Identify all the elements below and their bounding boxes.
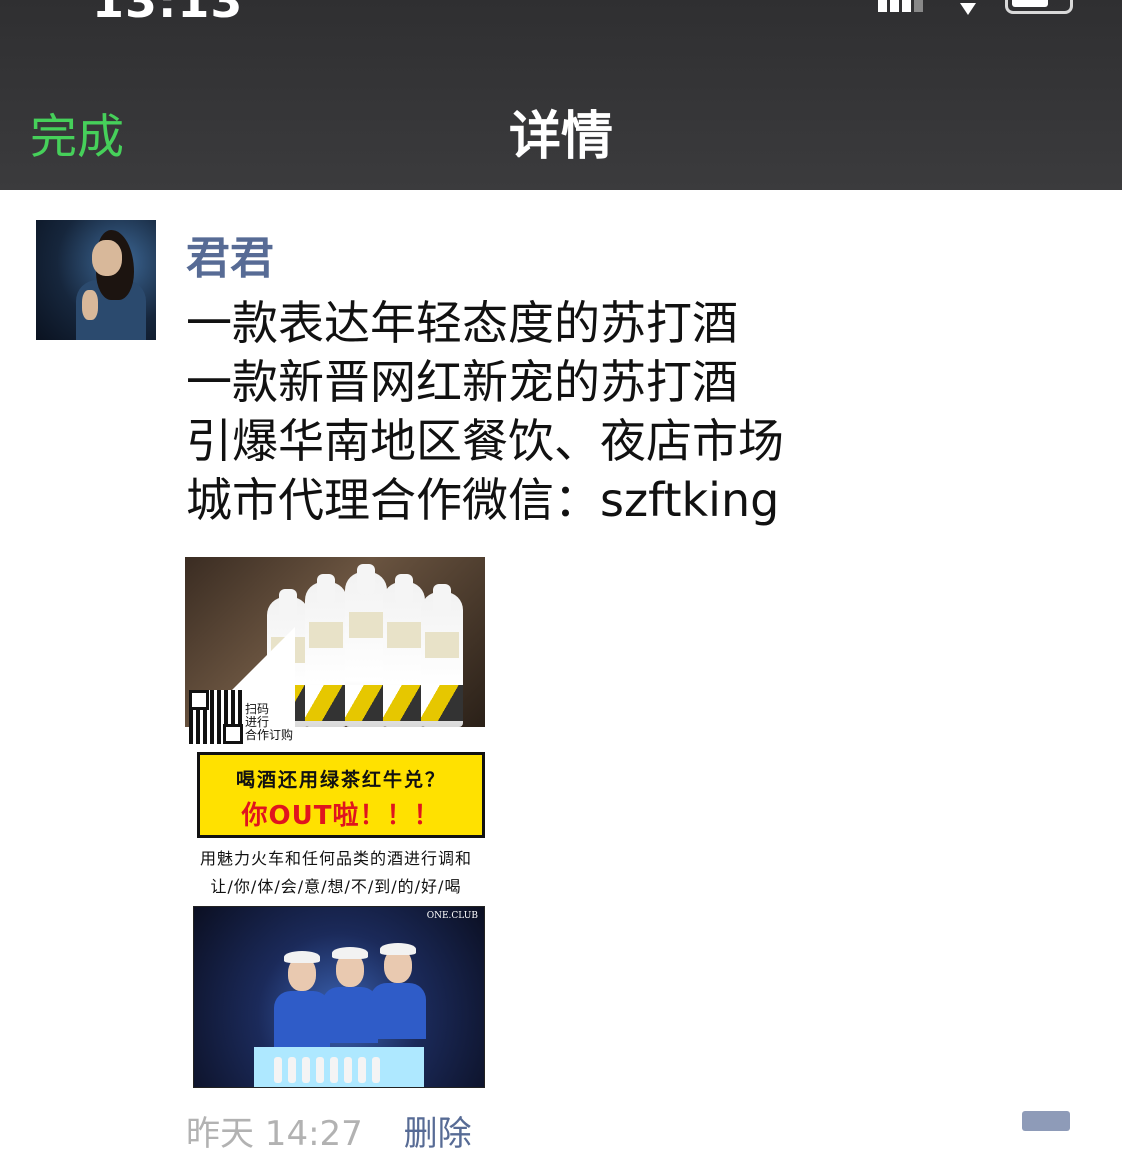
club-photo: ONE.CLUB [193,906,485,1088]
club-logo: ONE.CLUB [426,911,478,921]
post-text: 一款表达年轻态度的苏打酒 一款新晋网红新宠的苏打酒 引爆华南地区餐饮、夜店市场 … [186,294,1086,530]
post-author-name[interactable]: 君君 [186,222,274,286]
delete-button[interactable]: 删除 [404,1114,472,1154]
image-caption-1: 用魅力火车和任何品类的酒进行调和 [199,849,472,868]
navigation-bar: 13:13 完成 详情 [0,0,1122,190]
image-caption-2: 让/你/体/会/意/想/不/到/的/好/喝 [210,877,462,896]
post-timestamp: 昨天 14:27 [186,1114,363,1154]
wifi-icon [958,0,978,15]
post-text-line: 一款新晋网红新宠的苏打酒 [186,355,738,409]
banner-line-1: 喝酒还用绿茶红牛兑？ [235,769,446,791]
cellular-signal-icon [878,0,934,12]
comment-icon[interactable] [1022,1111,1070,1131]
avatar[interactable] [36,220,156,340]
post-meta: 昨天 14:27 删除 [186,1106,472,1155]
battery-icon [1005,0,1073,14]
banner-line-2: 你OUT啦！！！ [241,801,441,831]
scan-caption: 扫码 进行 合作订购 [245,702,294,742]
post-image[interactable]: 扫码 进行 合作订购 喝酒还用绿茶红牛兑？ 你OUT啦！！！ 用魅力火车和任何品… [185,557,487,1089]
status-time: 13:13 [92,0,244,28]
post-text-line: 一款表达年轻态度的苏打酒 [186,296,738,350]
promo-banner: 喝酒还用绿茶红牛兑？ 你OUT啦！！！ [197,752,485,838]
post-text-line: 城市代理合作微信：szftking [186,473,780,527]
qr-code-icon [189,690,243,744]
page-title: 详情 [508,107,613,167]
post-text-line: 引爆华南地区餐饮、夜店市场 [186,414,784,468]
